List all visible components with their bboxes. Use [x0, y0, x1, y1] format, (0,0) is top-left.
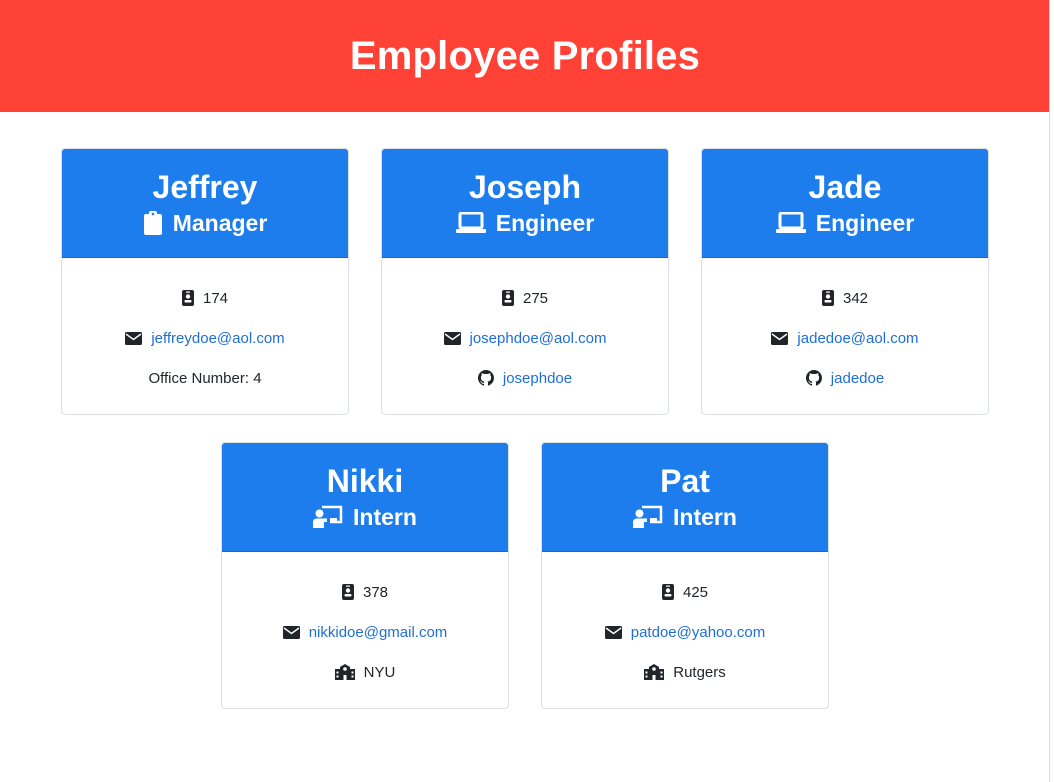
id-badge-icon: [501, 290, 514, 306]
employee-role: Engineer: [455, 208, 595, 238]
card-header: Pat Intern: [542, 443, 828, 552]
clipboard-icon: [143, 211, 162, 235]
github-link[interactable]: jadedoe: [831, 370, 884, 387]
employee-role: Intern: [633, 502, 737, 532]
employee-card: Joseph Engineer 275 josephdoe@aol.com jo…: [381, 148, 669, 415]
employee-id: 174: [202, 289, 229, 307]
id-badge-icon: [821, 290, 834, 306]
employee-role: Intern: [313, 502, 417, 532]
role-label: Intern: [353, 504, 417, 530]
id-badge-icon: [661, 584, 674, 600]
school-name: Rutgers: [673, 663, 726, 681]
laptop-icon: [775, 212, 806, 233]
id-badge-icon: [181, 290, 194, 306]
employee-name: Jeffrey: [152, 169, 258, 205]
github-icon: [477, 370, 494, 386]
employee-card: Nikki Intern 378 nikkidoe@gmail.com NYU: [221, 442, 509, 709]
employee-id-row: 275: [382, 278, 668, 318]
github-icon: [805, 370, 822, 386]
github-link[interactable]: josephdoe: [503, 370, 572, 387]
employee-card: Pat Intern 425 patdoe@yahoo.com Rutgers: [541, 442, 829, 709]
envelope-icon: [771, 331, 789, 345]
employee-email-row: jadedoe@aol.com: [702, 318, 988, 358]
laptop-icon: [455, 212, 486, 233]
employee-id-row: 174: [62, 278, 348, 318]
employee-id: 275: [522, 289, 549, 307]
github-row: josephdoe: [382, 358, 668, 398]
page-header: Employee Profiles: [0, 0, 1050, 112]
envelope-icon: [125, 331, 143, 345]
email-link[interactable]: jadedoe@aol.com: [797, 330, 918, 347]
employee-name: Nikki: [326, 463, 404, 499]
role-label: Intern: [673, 504, 737, 530]
employee-email-row: josephdoe@aol.com: [382, 318, 668, 358]
employee-id-row: 378: [222, 572, 508, 612]
role-label: Engineer: [495, 210, 595, 236]
role-label: Manager: [172, 210, 268, 236]
employee-role: Manager: [143, 208, 268, 238]
card-header: Jade Engineer: [702, 149, 988, 258]
chalkboard-teacher-icon: [633, 505, 663, 528]
email-link[interactable]: jeffreydoe@aol.com: [151, 330, 284, 347]
card-header: Nikki Intern: [222, 443, 508, 552]
employee-name: Pat: [660, 463, 710, 499]
envelope-icon: [604, 625, 622, 639]
employee-name: Jade: [808, 169, 882, 205]
id-badge-icon: [341, 584, 354, 600]
scrollbar[interactable]: [1049, 0, 1054, 782]
card-body: 174 jeffreydoe@aol.com Office Number: 4: [62, 258, 348, 398]
employee-id: 378: [362, 583, 389, 601]
email-link[interactable]: josephdoe@aol.com: [470, 330, 607, 347]
email-link[interactable]: nikkidoe@gmail.com: [309, 624, 448, 641]
employee-name: Joseph: [468, 169, 582, 205]
card-body: 425 patdoe@yahoo.com Rutgers: [542, 552, 828, 692]
role-label: Engineer: [815, 210, 915, 236]
school-row: Rutgers: [542, 652, 828, 692]
envelope-icon: [443, 331, 461, 345]
school-row: NYU: [222, 652, 508, 692]
card-header: Joseph Engineer: [382, 149, 668, 258]
employee-id: 425: [682, 583, 709, 601]
employee-email-row: nikkidoe@gmail.com: [222, 612, 508, 652]
github-row: jadedoe: [702, 358, 988, 398]
school-name: NYU: [363, 663, 396, 681]
office-number-row: Office Number: 4: [62, 358, 348, 398]
school-icon: [644, 664, 665, 680]
employee-card: Jeffrey Manager 174 jeffreydoe@aol.com O…: [61, 148, 349, 415]
chalkboard-teacher-icon: [313, 505, 343, 528]
employee-email-row: patdoe@yahoo.com: [542, 612, 828, 652]
employee-email-row: jeffreydoe@aol.com: [62, 318, 348, 358]
card-body: 342 jadedoe@aol.com jadedoe: [702, 258, 988, 398]
envelope-icon: [282, 625, 300, 639]
employee-id-row: 425: [542, 572, 828, 612]
page-title: Employee Profiles: [349, 33, 701, 78]
employee-role: Engineer: [775, 208, 915, 238]
school-icon: [334, 664, 355, 680]
office-number: Office Number: 4: [148, 369, 262, 387]
employee-id-row: 342: [702, 278, 988, 318]
employee-id: 342: [842, 289, 869, 307]
email-link[interactable]: patdoe@yahoo.com: [631, 624, 765, 641]
card-body: 378 nikkidoe@gmail.com NYU: [222, 552, 508, 692]
card-header: Jeffrey Manager: [62, 149, 348, 258]
employee-card: Jade Engineer 342 jadedoe@aol.com jadedo…: [701, 148, 989, 415]
card-body: 275 josephdoe@aol.com josephdoe: [382, 258, 668, 398]
